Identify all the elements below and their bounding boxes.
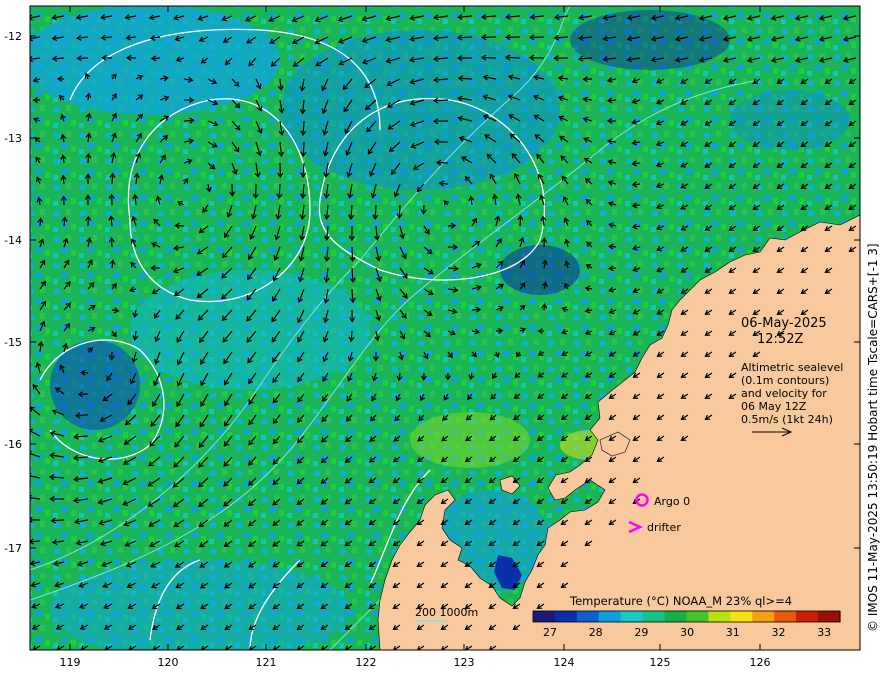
colorbar-cell: [774, 611, 797, 622]
info-line: Altimetric sealevel: [741, 361, 843, 374]
drifter-label: drifter: [647, 521, 681, 534]
colorbar-tick-label: 28: [589, 626, 603, 639]
colorbar-cell: [664, 611, 688, 622]
y-tick-label: -16: [4, 438, 22, 451]
y-tick-label: -14: [4, 234, 22, 247]
colorbar-cell: [796, 611, 819, 622]
colorbar-cell: [533, 611, 556, 622]
colorbar-cell: [554, 611, 578, 622]
depth-legend: 200 1000m: [415, 606, 478, 622]
colorbar-title: Temperature (°C) NOAA_M 23% ql>=4: [569, 594, 792, 608]
info-line: 0.5m/s (1kt 24h): [741, 413, 833, 426]
x-tick-label: 119: [60, 656, 81, 669]
colorbar-cell: [730, 611, 753, 622]
x-tick-label: 121: [256, 656, 277, 669]
x-tick-label: 122: [356, 656, 377, 669]
y-tick-label: -12: [4, 30, 22, 43]
map-time: 12:52Z: [757, 332, 803, 347]
x-tick-label: 123: [454, 656, 475, 669]
info-line: and velocity for: [741, 387, 827, 400]
colorbar-cell: [708, 611, 731, 622]
colorbar-tick-label: 33: [817, 626, 831, 639]
y-tick-label: -13: [4, 132, 22, 145]
depth-legend-label: 200 1000m: [415, 606, 478, 619]
info-line: 06 May 12Z: [741, 400, 807, 413]
colorbar-tick-label: 30: [680, 626, 694, 639]
colorbar-cell: [752, 611, 775, 622]
x-tick-label: 120: [158, 656, 179, 669]
colorbar-cell: [642, 611, 666, 622]
colorbar-tick-label: 31: [726, 626, 740, 639]
y-tick-label: -15: [4, 336, 22, 349]
colorbar-cell: [686, 611, 709, 622]
colorbar-cell: [818, 611, 841, 622]
info-line: (0.1m contours): [741, 374, 829, 387]
x-tick-label: 124: [554, 656, 575, 669]
x-tick-label: 125: [650, 656, 671, 669]
colorbar-tick-label: 27: [543, 626, 557, 639]
ocean-map: 119 120 121 122 123 124 125 126 -12 -13 -14 -15 -16…: [4, 5, 861, 669]
argo-label: Argo 0: [654, 495, 690, 508]
colorbar-cell: [598, 611, 622, 622]
colorbar-cell: [576, 611, 600, 622]
y-tick-label: -17: [4, 542, 22, 555]
colorbar-cell: [620, 611, 644, 622]
colorbar-tick-label: 29: [634, 626, 648, 639]
colorbar-tick-label: 32: [772, 626, 786, 639]
map-date: 06-May-2025: [741, 316, 827, 331]
x-tick-label: 126: [750, 656, 771, 669]
